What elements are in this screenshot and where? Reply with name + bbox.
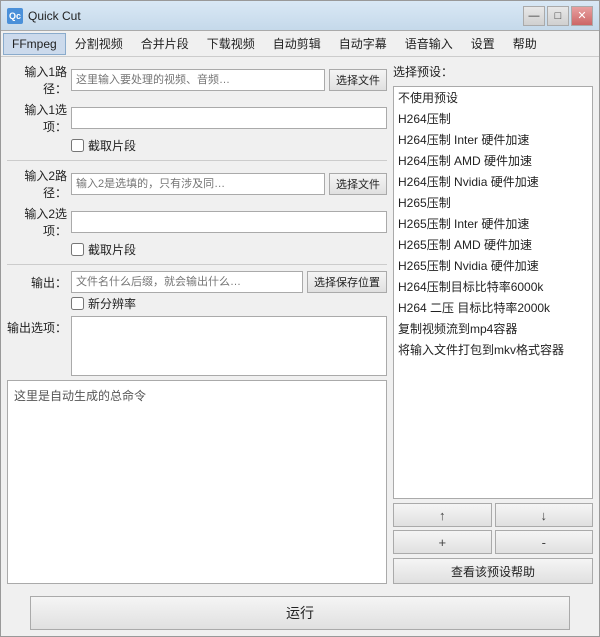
input2-options-label: 输入2选项： xyxy=(7,205,67,239)
input2-path-label: 输入2路径： xyxy=(7,167,67,201)
right-panel: 选择预设： 不使用预设H264压制H264压制 Inter 硬件加速H264压制… xyxy=(393,63,593,584)
menubar: FFmpeg 分割视频 合并片段 下载视频 自动剪辑 自动字幕 语音输入 设置 … xyxy=(1,31,599,57)
preset-buttons: ↑ ↓ + - xyxy=(393,503,593,554)
preset-help-button[interactable]: 查看该预设帮助 xyxy=(393,558,593,584)
cmd-area: 这里是自动生成的总命令 xyxy=(7,380,387,584)
output-options-textarea[interactable] xyxy=(71,316,387,376)
output-select-button[interactable]: 选择保存位置 xyxy=(307,271,387,293)
input1-path-group: 输入1路径： 选择文件 xyxy=(7,63,387,97)
preset-down-button[interactable]: ↓ xyxy=(495,503,594,527)
preset-list-item[interactable]: 复制视频流到mp4容器 xyxy=(394,318,592,339)
output-options-row: 输出选项： xyxy=(7,316,387,376)
output-field[interactable] xyxy=(71,271,303,293)
preset-list-item[interactable]: H265压制 Nvidia 硬件加速 xyxy=(394,255,592,276)
preset-list-item[interactable]: H264压制 AMD 硬件加速 xyxy=(394,150,592,171)
run-bar: 运行 xyxy=(1,590,599,636)
input2-path-group: 输入2路径： 选择文件 xyxy=(7,167,387,201)
output-label: 输出： xyxy=(7,274,67,291)
menu-settings[interactable]: 设置 xyxy=(462,31,504,56)
preset-list-item[interactable]: H264压制 xyxy=(394,108,592,129)
titlebar-controls: — □ ✕ xyxy=(523,6,593,26)
app-icon: Qc xyxy=(7,8,23,24)
input2-options-row: 输入2选项： xyxy=(7,205,387,239)
preset-list-item[interactable]: H265压制 Inter 硬件加速 xyxy=(394,213,592,234)
new-rate-row: 新分辨率 xyxy=(7,295,387,312)
preset-list-item[interactable]: 不使用预设 xyxy=(394,87,592,108)
run-button[interactable]: 运行 xyxy=(30,596,570,630)
close-button[interactable]: ✕ xyxy=(571,6,593,26)
input2-path-row: 输入2路径： 选择文件 xyxy=(7,167,387,201)
output-group: 输出： 选择保存位置 新分辨率 xyxy=(7,271,387,312)
menu-split[interactable]: 分割视频 xyxy=(66,31,132,56)
preset-list-item[interactable]: 将输入文件打包到mkv格式容器 xyxy=(394,339,592,360)
input1-path-row: 输入1路径： 选择文件 xyxy=(7,63,387,97)
menu-merge[interactable]: 合并片段 xyxy=(132,31,198,56)
input1-path-label: 输入1路径： xyxy=(7,63,67,97)
input1-clip-label: 截取片段 xyxy=(88,137,136,154)
menu-help[interactable]: 帮助 xyxy=(504,31,546,56)
window-title: Quick Cut xyxy=(28,9,523,23)
divider1 xyxy=(7,160,387,161)
menu-download[interactable]: 下载视频 xyxy=(198,31,264,56)
input1-select-button[interactable]: 选择文件 xyxy=(329,69,387,91)
input2-options-field[interactable] xyxy=(71,211,387,233)
input2-clip-row: 截取片段 xyxy=(7,241,387,258)
preset-list-item[interactable]: H264 二压 目标比特率2000k xyxy=(394,297,592,318)
input1-options-label: 输入1选项： xyxy=(7,101,67,135)
preset-list-item[interactable]: H265压制 AMD 硬件加速 xyxy=(394,234,592,255)
menu-ffmpeg[interactable]: FFmpeg xyxy=(3,33,66,55)
output-options-group: 输出选项： xyxy=(7,316,387,376)
preset-list-item[interactable]: H264压制 Inter 硬件加速 xyxy=(394,129,592,150)
input2-clip-label: 截取片段 xyxy=(88,241,136,258)
output-row: 输出： 选择保存位置 xyxy=(7,271,387,293)
input1-clip-row: 截取片段 xyxy=(7,137,387,154)
preset-label: 选择预设： xyxy=(393,63,593,80)
input1-path-field[interactable] xyxy=(71,69,325,91)
maximize-button[interactable]: □ xyxy=(547,6,569,26)
cmd-placeholder-text: 这里是自动生成的总命令 xyxy=(14,389,146,403)
titlebar: Qc Quick Cut — □ ✕ xyxy=(1,1,599,31)
preset-list[interactable]: 不使用预设H264压制H264压制 Inter 硬件加速H264压制 AMD 硬… xyxy=(393,86,593,499)
output-options-label: 输出选项： xyxy=(7,316,67,336)
preset-up-button[interactable]: ↑ xyxy=(393,503,492,527)
new-rate-label: 新分辨率 xyxy=(88,295,136,312)
preset-list-item[interactable]: H264压制目标比特率6000k xyxy=(394,276,592,297)
input1-options-field[interactable] xyxy=(71,107,387,129)
preset-list-item[interactable]: H265压制 xyxy=(394,192,592,213)
menu-speech-input[interactable]: 语音输入 xyxy=(396,31,462,56)
cmd-area-container: 这里是自动生成的总命令 xyxy=(7,380,387,584)
input2-clip-checkbox[interactable] xyxy=(71,243,84,256)
minimize-button[interactable]: — xyxy=(523,6,545,26)
menu-auto-subtitle[interactable]: 自动字幕 xyxy=(330,31,396,56)
input1-options-group: 输入1选项： 截取片段 xyxy=(7,101,387,154)
new-rate-checkbox[interactable] xyxy=(71,297,84,310)
menu-auto-cut[interactable]: 自动剪辑 xyxy=(264,31,330,56)
input1-clip-checkbox[interactable] xyxy=(71,139,84,152)
main-window: Qc Quick Cut — □ ✕ FFmpeg 分割视频 合并片段 下载视频… xyxy=(0,0,600,637)
input2-options-group: 输入2选项： 截取片段 xyxy=(7,205,387,258)
input2-path-field[interactable] xyxy=(71,173,325,195)
preset-remove-button[interactable]: - xyxy=(495,530,594,554)
input2-select-button[interactable]: 选择文件 xyxy=(329,173,387,195)
input1-options-row: 输入1选项： xyxy=(7,101,387,135)
divider2 xyxy=(7,264,387,265)
preset-list-item[interactable]: H264压制 Nvidia 硬件加速 xyxy=(394,171,592,192)
left-panel: 输入1路径： 选择文件 输入1选项： 截取片段 xyxy=(7,63,387,584)
main-content: 输入1路径： 选择文件 输入1选项： 截取片段 xyxy=(1,57,599,590)
preset-add-button[interactable]: + xyxy=(393,530,492,554)
